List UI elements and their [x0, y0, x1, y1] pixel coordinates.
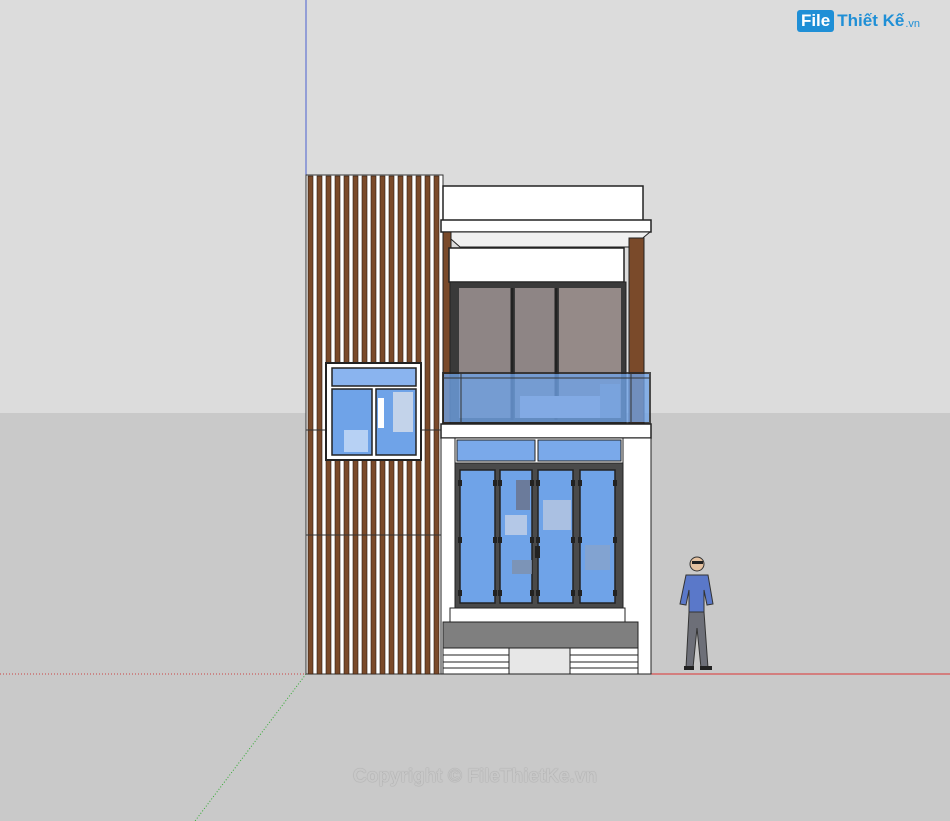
hinge	[578, 537, 582, 543]
hinge	[571, 480, 575, 486]
wood-slat	[316, 175, 323, 675]
balcony-glass-railing	[442, 372, 651, 424]
wood-slat	[307, 175, 314, 675]
logo-text: Thiết Kế	[837, 11, 905, 30]
hinge	[498, 480, 502, 486]
hinge	[536, 590, 540, 596]
hinge	[493, 480, 497, 486]
hinge	[530, 480, 534, 486]
wood-slat	[424, 175, 431, 675]
hinge	[458, 480, 462, 486]
ground-floor-folding-doors	[454, 462, 624, 609]
hinge	[498, 537, 502, 543]
hinge	[613, 537, 617, 543]
hinge	[571, 590, 575, 596]
hinge	[536, 537, 540, 543]
hinge	[613, 590, 617, 596]
wood-slat-tower	[305, 174, 444, 675]
entrance-steps	[442, 647, 639, 675]
copyright-watermark: Copyright © FileThietKe.vn	[352, 766, 598, 787]
hinge	[530, 590, 534, 596]
logo-box: File	[796, 10, 835, 32]
hinge	[578, 480, 582, 486]
logo-suffix: .vn	[905, 17, 920, 30]
hinge	[578, 590, 582, 596]
hinge	[458, 590, 462, 596]
hinge	[458, 537, 462, 543]
filethietke-logo: File Thiết Kế .vn	[796, 10, 920, 32]
hinge	[613, 480, 617, 486]
wood-slat	[433, 175, 440, 675]
main-facade	[440, 185, 652, 675]
slat-window	[325, 362, 422, 461]
hinge	[530, 537, 534, 543]
hinge	[493, 590, 497, 596]
sketchup-viewport[interactable]	[0, 0, 950, 821]
hinge	[498, 590, 502, 596]
hinge	[571, 537, 575, 543]
hinge	[536, 480, 540, 486]
hinge	[493, 537, 497, 543]
